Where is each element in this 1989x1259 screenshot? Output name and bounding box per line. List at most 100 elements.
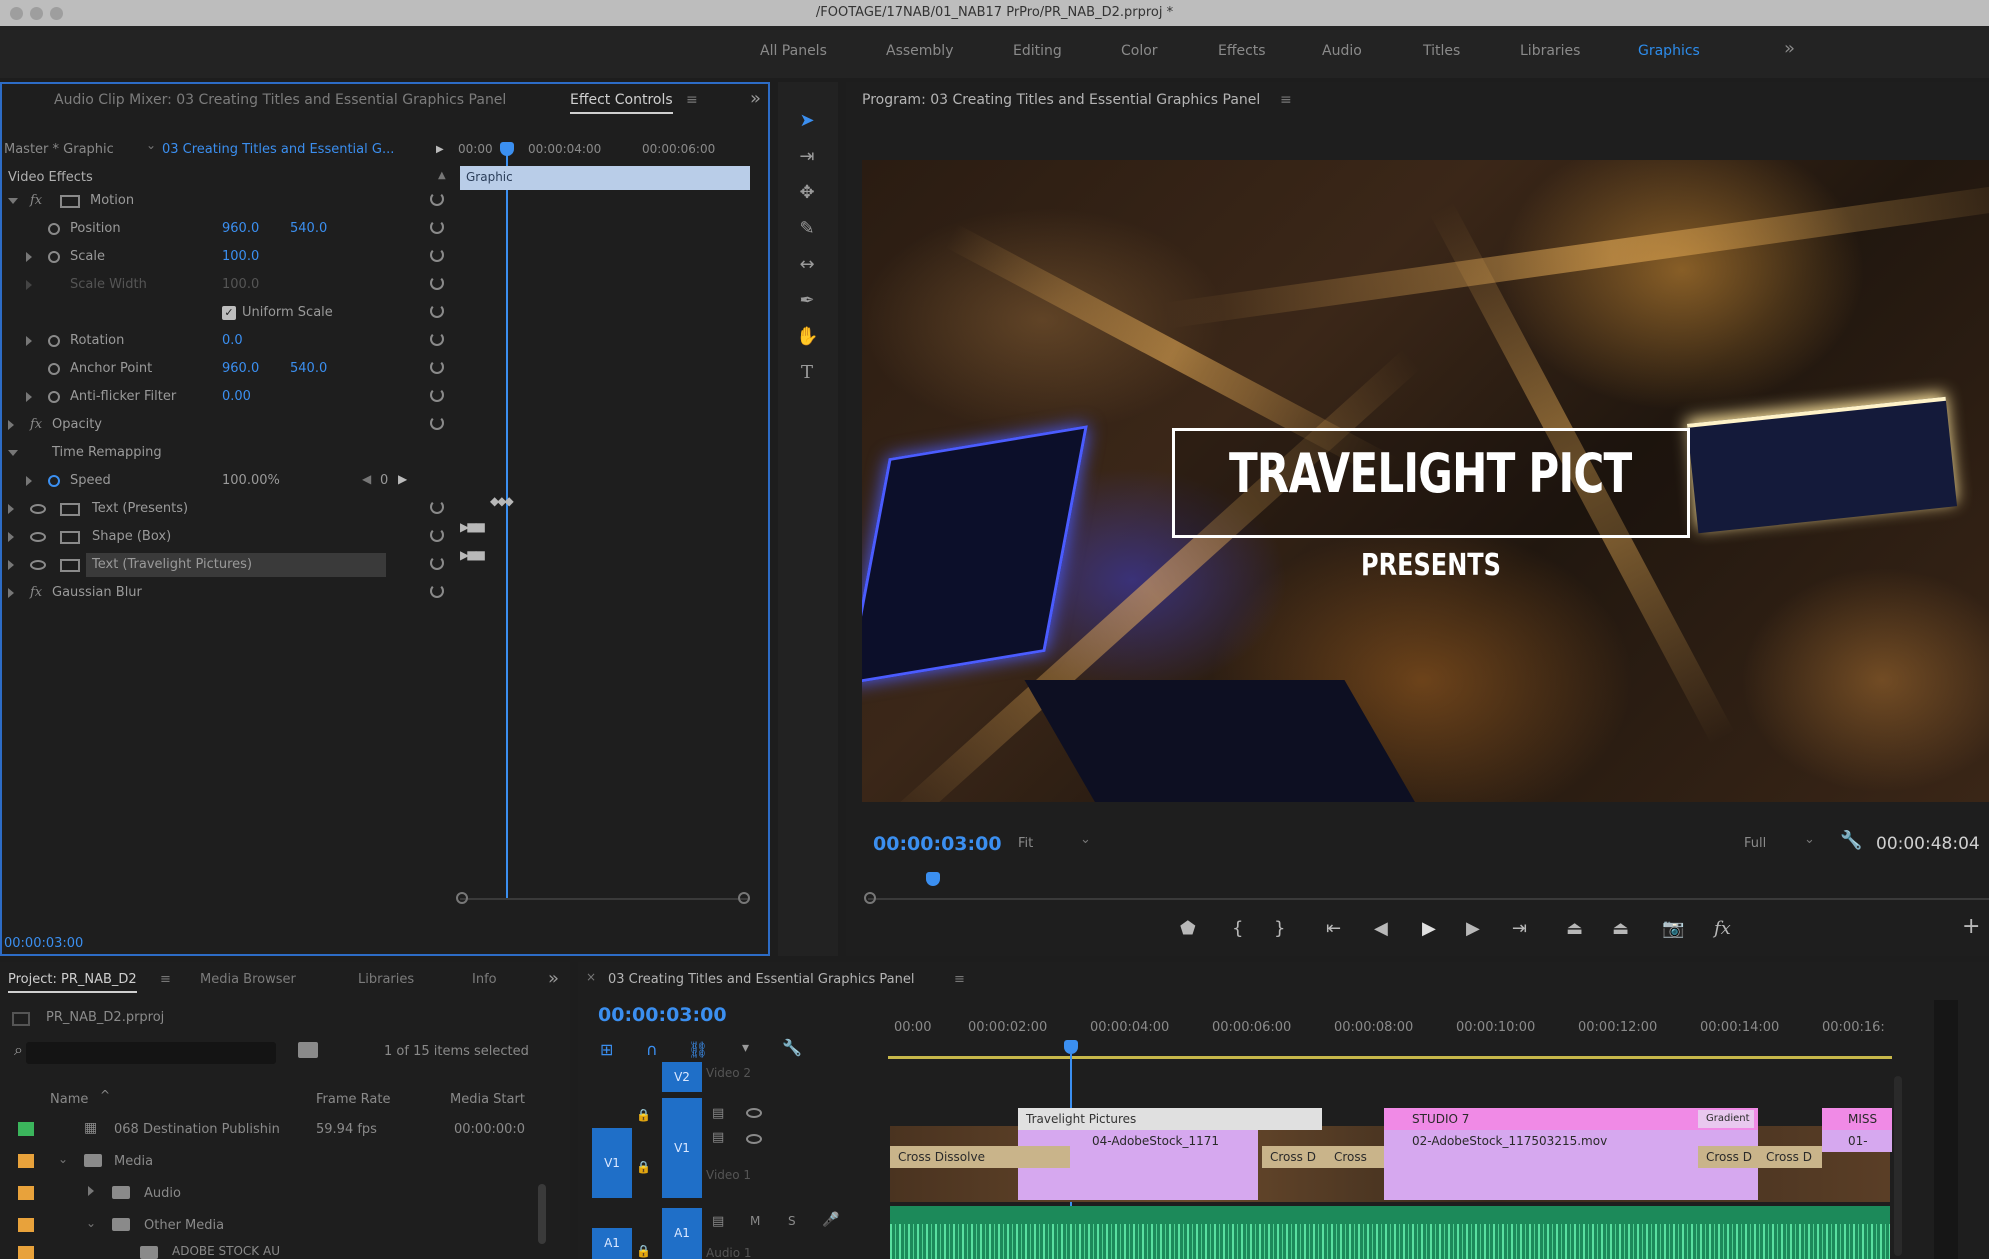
eye-icon[interactable] (30, 532, 46, 542)
snap-icon[interactable]: ∩ (646, 1040, 658, 1059)
transition-cross-dissolve[interactable]: Cross (1326, 1146, 1384, 1168)
playhead-icon[interactable] (1064, 1040, 1078, 1054)
chevron-down-icon[interactable]: ⌄ (1080, 832, 1091, 847)
clip-01[interactable]: 01- (1822, 1130, 1892, 1152)
expand-icon[interactable] (8, 450, 18, 456)
ripple-edit-tool-icon[interactable]: ✥ (796, 182, 818, 204)
eye-icon[interactable] (30, 504, 46, 514)
transform-box-icon[interactable] (60, 503, 80, 516)
go-to-out-icon[interactable]: ⇥ (1512, 918, 1527, 939)
reset-icon[interactable] (430, 332, 444, 346)
scroll-up-icon[interactable]: ▲ (438, 170, 446, 181)
reset-icon[interactable] (430, 220, 444, 234)
workspace-graphics[interactable]: Graphics (1638, 43, 1700, 59)
position-y-value[interactable]: 540.0 (290, 221, 327, 236)
anti-flicker-value[interactable]: 0.00 (222, 389, 251, 404)
workspace-titles[interactable]: Titles (1423, 43, 1460, 59)
solo-track-icon[interactable]: S (788, 1214, 796, 1228)
clip-miss[interactable]: MISS (1822, 1108, 1892, 1130)
label-color-swatch[interactable] (18, 1186, 34, 1200)
eye-icon[interactable] (746, 1134, 762, 1144)
project-search-input[interactable] (26, 1042, 276, 1064)
selection-tool-icon[interactable]: ➤ (796, 110, 818, 132)
column-frame-rate[interactable]: Frame Rate (316, 1092, 390, 1107)
uniform-scale-checkbox[interactable]: ✓ (222, 306, 236, 320)
type-tool-icon[interactable]: T (796, 362, 818, 384)
reset-icon[interactable] (430, 528, 444, 542)
graphic-clip-travelight[interactable]: Travelight Pictures (1018, 1108, 1322, 1130)
zoom-handle-icon[interactable] (456, 892, 468, 904)
reset-icon[interactable] (430, 416, 444, 430)
zoom-handle-icon[interactable] (864, 892, 876, 904)
extract-icon[interactable]: ⏏ (1612, 918, 1629, 939)
playhead-icon[interactable] (926, 872, 940, 886)
speed-value[interactable]: 100.00% (222, 473, 280, 488)
search-icon[interactable]: ⌕ (14, 1040, 23, 1060)
expand-icon[interactable] (26, 392, 32, 402)
fx-icon[interactable]: fx (30, 417, 42, 432)
track-v2-target[interactable]: V2 (662, 1062, 702, 1092)
chevron-down-icon[interactable]: ⌄ (58, 1152, 68, 1166)
timeline-timecode[interactable]: 00:00:03:00 (598, 1004, 727, 1026)
list-item[interactable]: ⌄ Media (0, 1146, 560, 1176)
expand-icon[interactable] (8, 198, 18, 204)
column-media-start[interactable]: Media Start (450, 1092, 525, 1107)
hand-tool-icon[interactable]: ✋ (796, 326, 818, 348)
fx-icon[interactable]: fx (30, 193, 42, 208)
reset-icon[interactable] (430, 500, 444, 514)
tab-media-browser[interactable]: Media Browser (200, 972, 296, 987)
label-color-swatch[interactable] (18, 1154, 34, 1168)
work-area-bar[interactable] (888, 1056, 1892, 1059)
next-keyframe-icon[interactable]: ▶ (398, 472, 407, 486)
reset-icon[interactable] (430, 304, 444, 318)
zoom-scrollbar[interactable] (460, 898, 750, 900)
track-a1-target[interactable]: A1 (662, 1208, 702, 1259)
column-name[interactable]: Name (50, 1092, 88, 1107)
keyframe-icon[interactable]: ◆◆◆ (490, 494, 514, 508)
panel-menu-icon[interactable]: ≡ (954, 972, 965, 987)
workspace-effects[interactable]: Effects (1218, 43, 1266, 59)
label-color-swatch[interactable] (18, 1122, 34, 1136)
program-timecode[interactable]: 00:00:03:00 (873, 833, 1002, 855)
reset-icon[interactable] (430, 248, 444, 262)
eye-icon[interactable] (746, 1108, 762, 1118)
source-a1-patch[interactable]: A1 (592, 1228, 632, 1259)
expand-icon[interactable] (88, 1186, 94, 1196)
stopwatch-icon[interactable] (48, 363, 60, 375)
chevron-down-icon[interactable]: ⌄ (86, 1216, 96, 1230)
anchor-x-value[interactable]: 960.0 (222, 361, 259, 376)
tab-sequence[interactable]: 03 Creating Titles and Essential Graphic… (608, 972, 915, 987)
layer-text-presents-row[interactable]: Text (Presents) (0, 496, 450, 522)
keyframe-icon[interactable]: ▶■■ (460, 520, 486, 534)
label-color-swatch[interactable] (18, 1246, 34, 1259)
transform-box-icon[interactable] (60, 531, 80, 544)
workspace-audio[interactable]: Audio (1322, 43, 1362, 59)
effect-controls-timecode[interactable]: 00:00:03:00 (4, 936, 83, 951)
reset-icon[interactable] (430, 192, 444, 206)
stopwatch-icon[interactable] (48, 475, 60, 487)
step-forward-icon[interactable]: ▶ (1466, 918, 1480, 939)
add-marker-icon[interactable]: ⬟ (1180, 918, 1196, 939)
tab-audio-clip-mixer[interactable]: Audio Clip Mixer: 03 Creating Titles and… (54, 92, 506, 108)
transition-cross-dissolve[interactable]: Cross D (1758, 1146, 1822, 1168)
expand-icon[interactable] (26, 476, 32, 486)
stopwatch-icon[interactable] (48, 223, 60, 235)
go-to-in-icon[interactable]: ⇤ (1326, 918, 1341, 939)
zoom-handle-icon[interactable] (738, 892, 750, 904)
new-bin-icon[interactable] (298, 1042, 318, 1058)
export-frame-icon[interactable]: 📷 (1662, 918, 1684, 939)
wrench-icon[interactable]: 🔧 (782, 1038, 802, 1057)
workspace-assembly[interactable]: Assembly (886, 43, 953, 59)
button-editor-icon[interactable]: + (1962, 914, 1980, 939)
chevron-down-icon[interactable]: ⌄ (146, 138, 156, 152)
rotation-value[interactable]: 0.0 (222, 333, 243, 348)
expand-icon[interactable] (8, 420, 14, 430)
presents-graphic-text[interactable]: PRESENTS (1224, 548, 1638, 583)
list-item[interactable]: ADOBE STOCK AU (0, 1240, 560, 1259)
panel-menu-icon[interactable]: ≡ (160, 972, 171, 987)
source-v1-patch[interactable]: V1 (592, 1128, 632, 1198)
tab-effect-controls[interactable]: Effect Controls (570, 92, 673, 114)
lock-icon[interactable]: 🔒 (636, 1108, 651, 1122)
clip-selector[interactable]: 03 Creating Titles and Essential G... (162, 142, 422, 157)
panel-menu-icon[interactable]: ≡ (686, 92, 698, 108)
